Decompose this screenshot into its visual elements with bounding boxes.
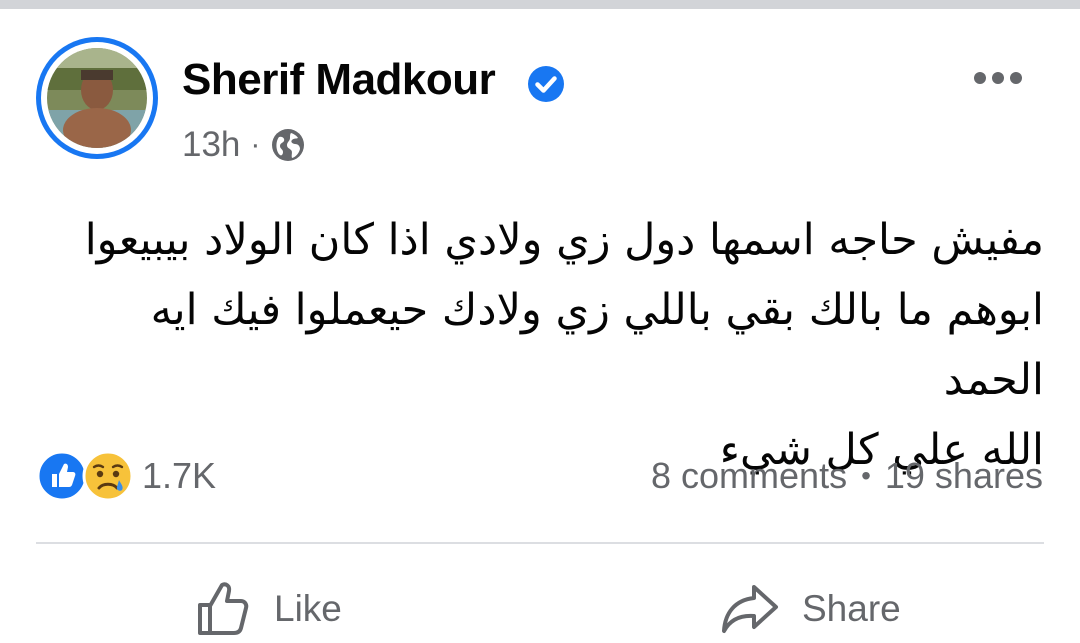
avatar[interactable] — [36, 37, 158, 159]
like-icon — [198, 582, 249, 635]
post-text: مفيش حاجه اسمها دول زي ولادي اذا كان الو… — [40, 205, 1044, 485]
share-label: Share — [802, 588, 901, 629]
post-stats: 8 comments • 19 shares — [651, 448, 1043, 504]
reaction-count: 1.7K — [142, 455, 217, 496]
post-meta: 13h · — [182, 123, 305, 167]
profile-photo — [47, 48, 147, 148]
author-name[interactable]: Sherif Madkour — [182, 55, 496, 105]
comments-count[interactable]: 8 comments — [651, 455, 847, 497]
more-options-icon[interactable] — [968, 63, 1028, 93]
meta-separator: · — [250, 128, 261, 161]
verified-badge-icon — [528, 66, 564, 102]
top-edge-bar — [0, 0, 1080, 9]
reactions-summary[interactable]: 1.7K — [36, 448, 216, 504]
sad-reaction-icon — [82, 450, 134, 502]
shares-count[interactable]: 19 shares — [885, 455, 1043, 497]
stats-separator: • — [861, 460, 871, 491]
divider — [36, 542, 1044, 544]
post-timestamp[interactable]: 13h — [182, 125, 240, 165]
like-label: Like — [274, 588, 342, 629]
globe-icon[interactable] — [271, 128, 305, 162]
like-button[interactable]: Like — [192, 575, 342, 643]
post-text-line: مفيش حاجه اسمها دول زي ولادي اذا كان الو… — [84, 215, 1044, 265]
post-text-line: ابوهم ما بالك بقي باللي زي ولادك حيعملوا… — [150, 285, 1044, 405]
share-button[interactable]: Share — [720, 575, 901, 643]
post-card: Sherif Madkour 13h · مفيش حاجه اسمها دول… — [0, 9, 1080, 640]
share-icon — [722, 585, 778, 633]
like-reaction-icon — [36, 450, 88, 502]
